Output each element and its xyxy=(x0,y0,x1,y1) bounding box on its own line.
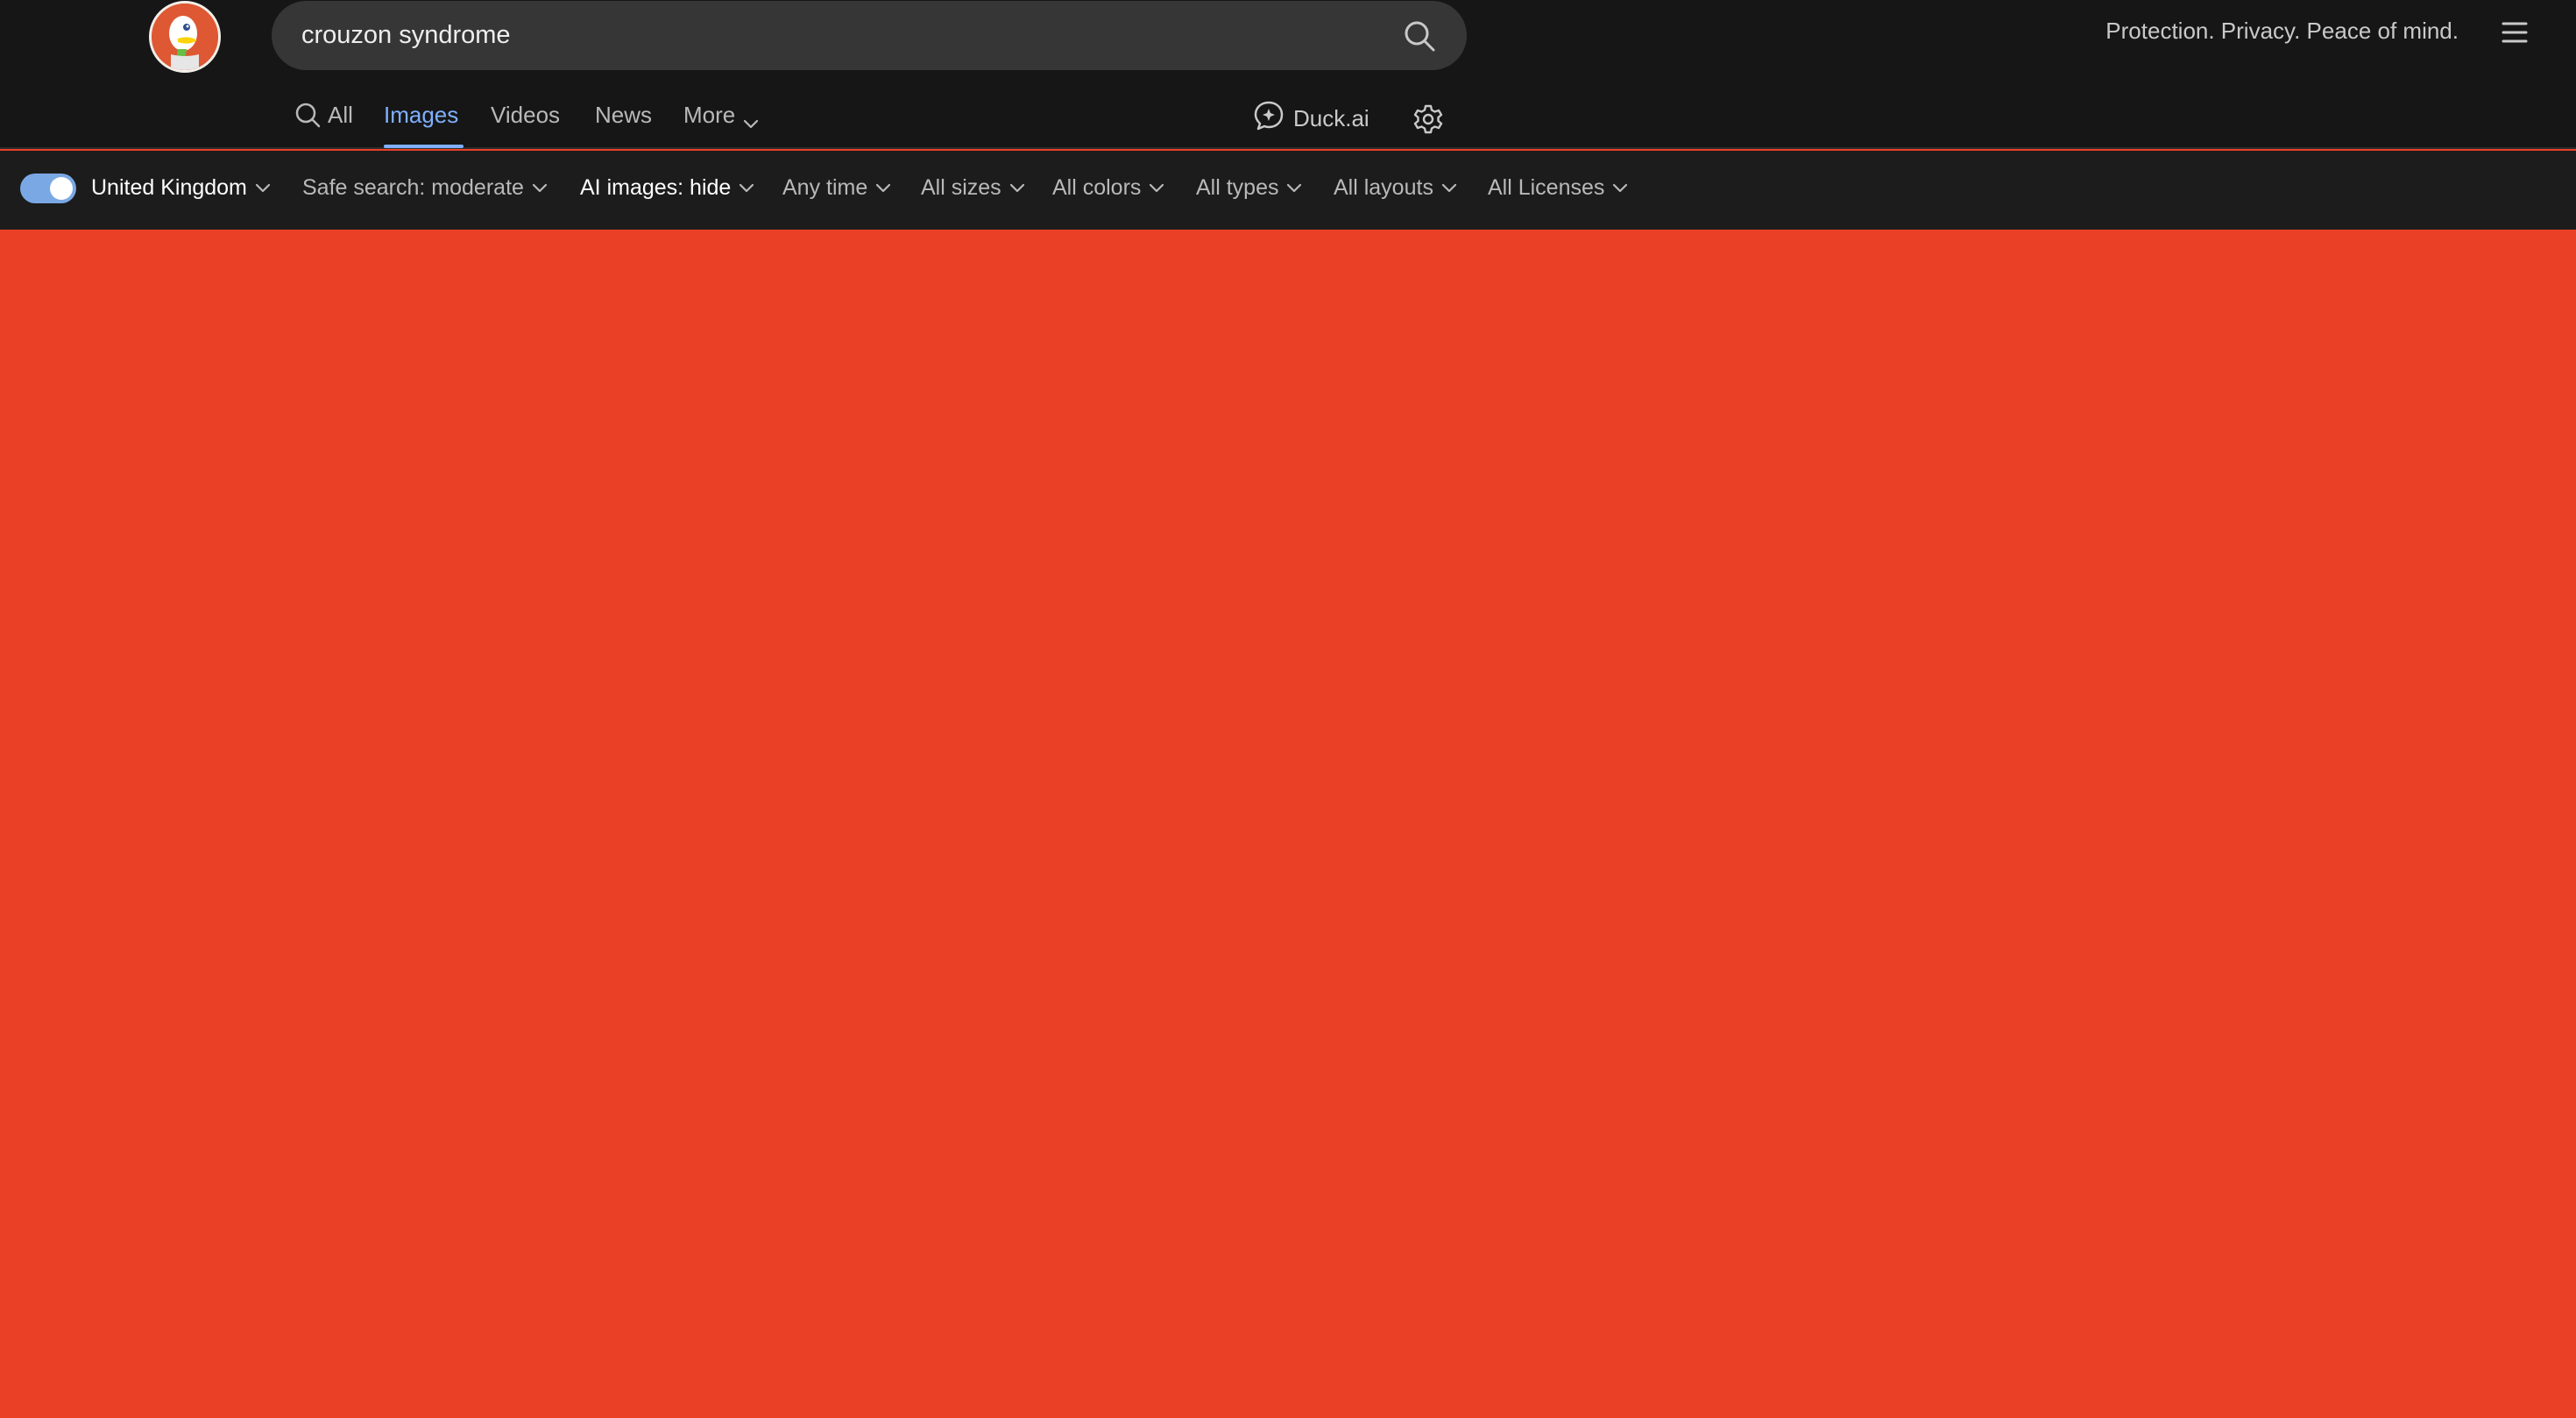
duckduckgo-logo[interactable] xyxy=(149,1,221,73)
chevron-down-icon xyxy=(1613,183,1628,192)
filter-label: All layouts xyxy=(1334,175,1433,200)
tab-videos[interactable]: Videos xyxy=(491,102,560,151)
region-toggle[interactable] xyxy=(20,174,76,203)
tab-label: All xyxy=(328,102,353,128)
filter-label: AI images: hide xyxy=(580,175,732,200)
filter-label: All sizes xyxy=(921,175,1001,200)
filter-type[interactable]: All types xyxy=(1196,175,1303,201)
filter-label: Any time xyxy=(782,175,868,200)
filter-region[interactable]: United Kingdom xyxy=(91,175,272,201)
chevron-down-icon xyxy=(532,183,548,192)
active-tab-indicator xyxy=(384,145,464,148)
search-icon xyxy=(294,102,321,134)
filter-ai-images[interactable]: AI images: hide xyxy=(580,175,755,201)
tab-label: News xyxy=(595,102,653,128)
filter-label: All types xyxy=(1196,175,1279,200)
chevron-down-icon xyxy=(740,183,754,192)
filter-label: Safe search: moderate xyxy=(302,175,524,200)
chevron-down-icon xyxy=(1441,183,1457,192)
tab-news[interactable]: News xyxy=(595,102,652,151)
chevron-down-icon xyxy=(255,183,270,192)
search-box xyxy=(272,1,1467,70)
chevron-down-icon xyxy=(742,109,760,136)
image-results-area xyxy=(0,230,2576,1418)
tab-more[interactable]: More xyxy=(683,102,760,151)
filter-license[interactable]: All Licenses xyxy=(1488,175,1629,201)
duck-ai-label: Duck.ai xyxy=(1293,105,1369,131)
chevron-down-icon xyxy=(1287,183,1302,192)
filter-time[interactable]: Any time xyxy=(782,175,892,201)
search-input[interactable] xyxy=(300,1,1351,70)
search-icon[interactable] xyxy=(1402,18,1437,53)
filter-layout[interactable]: All layouts xyxy=(1334,175,1458,201)
tab-images[interactable]: Images xyxy=(384,102,458,151)
filter-safe-search[interactable]: Safe search: moderate xyxy=(302,175,548,201)
chevron-down-icon xyxy=(1150,183,1164,192)
filter-color[interactable]: All colors xyxy=(1052,175,1165,201)
chevron-down-icon xyxy=(1009,183,1024,192)
chat-sparkle-icon xyxy=(1253,100,1284,138)
filter-bar: United Kingdom Safe search: moderate AI … xyxy=(0,151,2576,230)
tab-label: Videos xyxy=(491,102,561,128)
tab-label: Images xyxy=(384,102,459,128)
tagline: Protection. Privacy. Peace of mind. xyxy=(2105,18,2459,44)
top-header: Protection. Privacy. Peace of mind. All … xyxy=(0,0,2576,149)
filter-label: All Licenses xyxy=(1488,175,1605,200)
filter-label: United Kingdom xyxy=(91,175,247,200)
gear-icon[interactable] xyxy=(1412,103,1444,135)
hamburger-menu-icon[interactable] xyxy=(2501,19,2529,46)
filter-label: All colors xyxy=(1052,175,1142,200)
toggle-knob xyxy=(50,177,73,200)
tab-all[interactable]: All xyxy=(294,102,353,151)
duck-ai-link[interactable]: Duck.ai xyxy=(1253,100,1369,138)
chevron-down-icon xyxy=(876,183,891,192)
filter-size[interactable]: All sizes xyxy=(921,175,1026,201)
tab-label: More xyxy=(683,102,736,128)
